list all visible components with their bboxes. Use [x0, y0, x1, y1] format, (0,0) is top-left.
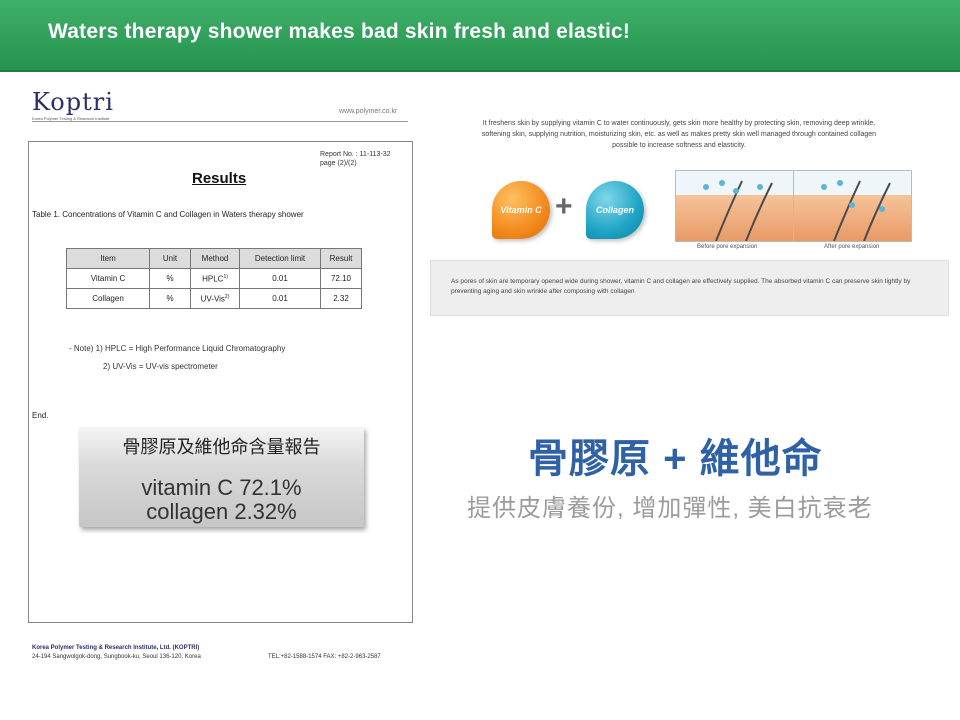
plus-icon: +	[555, 190, 573, 223]
method-text: UV-Vis	[200, 294, 225, 304]
chinese-subtitle: 提供皮膚養份, 增加彈性, 美白抗衰老	[467, 495, 873, 522]
website-text: www.polymer.co.kr	[339, 108, 398, 115]
summary-collagen: collagen 2.32%	[146, 499, 297, 524]
banner-title: Waters therapy shower makes bad skin fre…	[48, 20, 631, 43]
table-cell: 0.01	[239, 268, 321, 289]
table-header: Method	[190, 248, 240, 269]
caption-before: Before pore expansion	[697, 244, 758, 250]
table-cell: UV-Vis2)	[190, 288, 240, 309]
caption-after: After pore expansion	[824, 244, 880, 250]
table-header: Unit	[149, 248, 191, 269]
table-cell: 2.32	[320, 288, 362, 309]
report-number-text: Report No. : 11-113-32	[320, 151, 391, 158]
table-cell: Collagen	[66, 288, 150, 309]
table-cell: %	[149, 268, 191, 289]
results-heading: Results	[192, 170, 247, 187]
results-table: Item Unit Method Detection limit Result …	[66, 248, 362, 309]
summary-title: 骨膠原及維他命含量報告	[122, 437, 321, 457]
table-cell: 0.01	[239, 288, 321, 309]
description-box: As pores of skin are temporary opened wi…	[430, 260, 949, 316]
skin-diagram-before	[675, 170, 794, 242]
method-footnote: 2)	[224, 293, 230, 300]
table-cell: HPLC1)	[190, 268, 240, 289]
table-cell: Vitamin C	[66, 268, 150, 289]
table-caption: Table 1. Concentrations of Vitamin C and…	[32, 210, 304, 219]
summary-callout: 骨膠原及維他命含量報告 vitamin C 72.1% collagen 2.3…	[79, 427, 364, 527]
method-text: HPLC	[202, 274, 224, 284]
koptri-logo: Koptri	[32, 88, 114, 116]
header-banner: Waters therapy shower makes bad skin fre…	[0, 0, 960, 72]
footer-telephone: TEL:+82-1588-1574 FAX: +82-2-963-2587	[268, 654, 381, 660]
table-cell: %	[149, 288, 191, 309]
table-header: Result	[320, 248, 362, 269]
method-footnote: 1)	[223, 273, 228, 280]
table-header: Detection limit	[239, 248, 321, 269]
table-header-row: Item Unit Method Detection limit Result	[66, 248, 362, 269]
collagen-label: Collagen	[595, 205, 634, 215]
description-text: As pores of skin are temporary opened wi…	[451, 278, 911, 295]
report-number: Report No. : 11-113-32 page (2)/(2)	[320, 150, 391, 168]
vitamin-c-label: Vitamin C	[500, 205, 542, 215]
table-row: Vitamin C % HPLC1) 0.01 72.10	[66, 268, 362, 289]
note-uvvis: 2) UV-Vis = UV-vis spectrometer	[103, 362, 218, 371]
collagen-badge: Collagen	[586, 181, 644, 239]
vitamin-c-badge: Vitamin C	[492, 181, 550, 239]
footer-address: 24-194 Sangwolgok-dong, Sungbook-ku, Seo…	[32, 654, 201, 660]
skin-diagram-after	[793, 170, 912, 242]
table-cell: 72.10	[320, 268, 362, 289]
summary-vitamin: vitamin C 72.1%	[141, 475, 302, 500]
intro-text: It freshens skin by supplying vitamin C …	[481, 120, 877, 149]
footer-institute: Korea Polymer Testing & Research Institu…	[32, 645, 200, 651]
report-document: Report No. : 11-113-32 page (2)/(2) Resu…	[28, 141, 413, 623]
hair-follicle-icon	[821, 180, 891, 241]
report-page-text: page (2)/(2)	[320, 160, 357, 167]
table-row: Collagen % UV-Vis2) 0.01 2.32	[66, 288, 362, 309]
note-hplc: - Note) 1) HPLC = High Performance Liqui…	[69, 344, 286, 353]
hair-follicle-icon	[703, 180, 773, 241]
end-marker: End.	[32, 411, 49, 420]
table-header: Item	[66, 248, 150, 269]
header-divider	[32, 121, 408, 122]
chinese-title: 骨膠原 + 維他命	[528, 437, 823, 481]
